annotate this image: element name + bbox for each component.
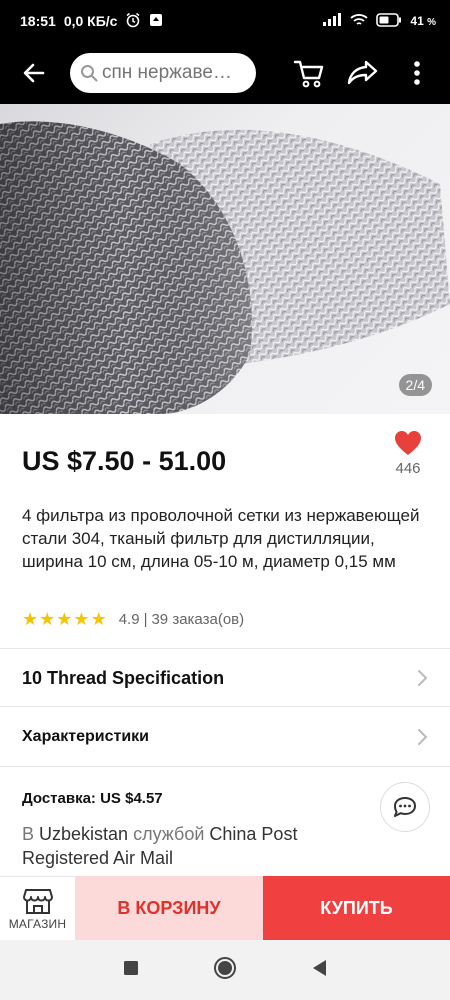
shipping-price: Доставка: US $4.57 xyxy=(22,790,163,807)
rating-separator: | xyxy=(143,610,148,628)
wishlist-button[interactable]: 446 xyxy=(388,430,428,477)
notification-icon xyxy=(149,13,163,30)
shipping-middle: службой xyxy=(128,824,210,844)
buy-now-button[interactable]: КУПИТЬ xyxy=(263,876,450,940)
characteristics-label: Характеристики xyxy=(22,728,150,745)
share-button[interactable] xyxy=(344,53,382,93)
orders-count: 39 заказа(ов) xyxy=(151,610,245,628)
battery-unit: % xyxy=(427,17,436,28)
star-icon: ★ xyxy=(73,609,90,629)
store-label: МАГАЗИН xyxy=(8,916,67,931)
gallery-counter: 2/4 xyxy=(398,374,432,396)
shipping-description: В Uzbekistan службой China Post Register… xyxy=(22,822,362,870)
back-arrow-icon xyxy=(23,63,45,83)
product-image-gallery[interactable]: 2/4 xyxy=(0,104,450,414)
search-input[interactable] xyxy=(102,62,232,84)
more-vert-icon xyxy=(414,61,420,85)
heart-icon xyxy=(395,431,421,455)
home-button[interactable] xyxy=(213,956,237,985)
alarm-icon xyxy=(125,12,141,31)
store-button[interactable]: МАГАЗИН xyxy=(0,876,75,940)
share-icon xyxy=(347,60,378,85)
chevron-right-icon xyxy=(418,729,428,745)
status-bar: 18:51 0,0 КБ/с 41 % xyxy=(0,0,450,42)
chat-icon xyxy=(394,797,416,817)
add-to-cart-button[interactable]: В КОРЗИНУ xyxy=(75,876,263,940)
search-icon xyxy=(81,65,98,82)
recents-icon xyxy=(124,960,138,975)
product-rating[interactable]: ★ ★ ★ ★ ★ 4.9 | 39 заказа(ов) xyxy=(22,610,244,628)
status-time: 18:51 xyxy=(20,13,56,29)
shipping-prefix: В xyxy=(22,824,40,844)
star-icon: ★ xyxy=(39,609,56,629)
status-network-speed: 0,0 КБ/с xyxy=(63,13,118,29)
battery-icon xyxy=(376,12,402,30)
home-icon xyxy=(214,956,236,979)
recents-button[interactable] xyxy=(123,960,139,981)
search-bar[interactable] xyxy=(70,53,256,93)
specification-label: 10 Thread Specification xyxy=(22,667,225,688)
product-title: 4 фильтра из проволочной сетки из нержав… xyxy=(22,506,420,571)
battery-percent: 41 xyxy=(410,14,424,28)
back-button[interactable] xyxy=(12,51,56,95)
cart-icon xyxy=(293,60,324,88)
wifi-icon xyxy=(350,13,368,30)
rating-value: 4.9 xyxy=(118,610,140,628)
back-nav-button[interactable] xyxy=(311,959,327,982)
star-icon: ★ xyxy=(56,609,73,629)
wishlist-count: 446 xyxy=(395,460,421,477)
wire-mesh-image xyxy=(0,121,450,414)
store-icon xyxy=(22,888,53,914)
cart-button[interactable] xyxy=(290,53,328,93)
divider xyxy=(0,766,450,767)
bottom-action-bar: МАГАЗИН В КОРЗИНУ КУПИТЬ xyxy=(0,876,450,940)
divider xyxy=(0,706,450,707)
app-bar xyxy=(0,42,450,104)
specification-row[interactable]: 10 Thread Specification xyxy=(0,650,450,706)
rating-stars: ★ ★ ★ ★ ★ xyxy=(22,610,107,628)
shipping-country: Uzbekistan xyxy=(39,824,129,844)
chat-button[interactable] xyxy=(380,782,430,832)
divider xyxy=(0,648,450,649)
star-icon: ★ xyxy=(22,609,39,629)
more-button[interactable] xyxy=(398,53,436,93)
product-price: US $7.50 - 51.00 xyxy=(22,446,227,476)
back-triangle-icon xyxy=(313,959,326,976)
chevron-right-icon xyxy=(418,670,428,686)
signal-icon xyxy=(322,12,342,30)
characteristics-row[interactable]: Характеристики xyxy=(0,708,450,766)
star-icon: ★ xyxy=(90,609,107,629)
system-nav-bar xyxy=(0,940,450,1000)
